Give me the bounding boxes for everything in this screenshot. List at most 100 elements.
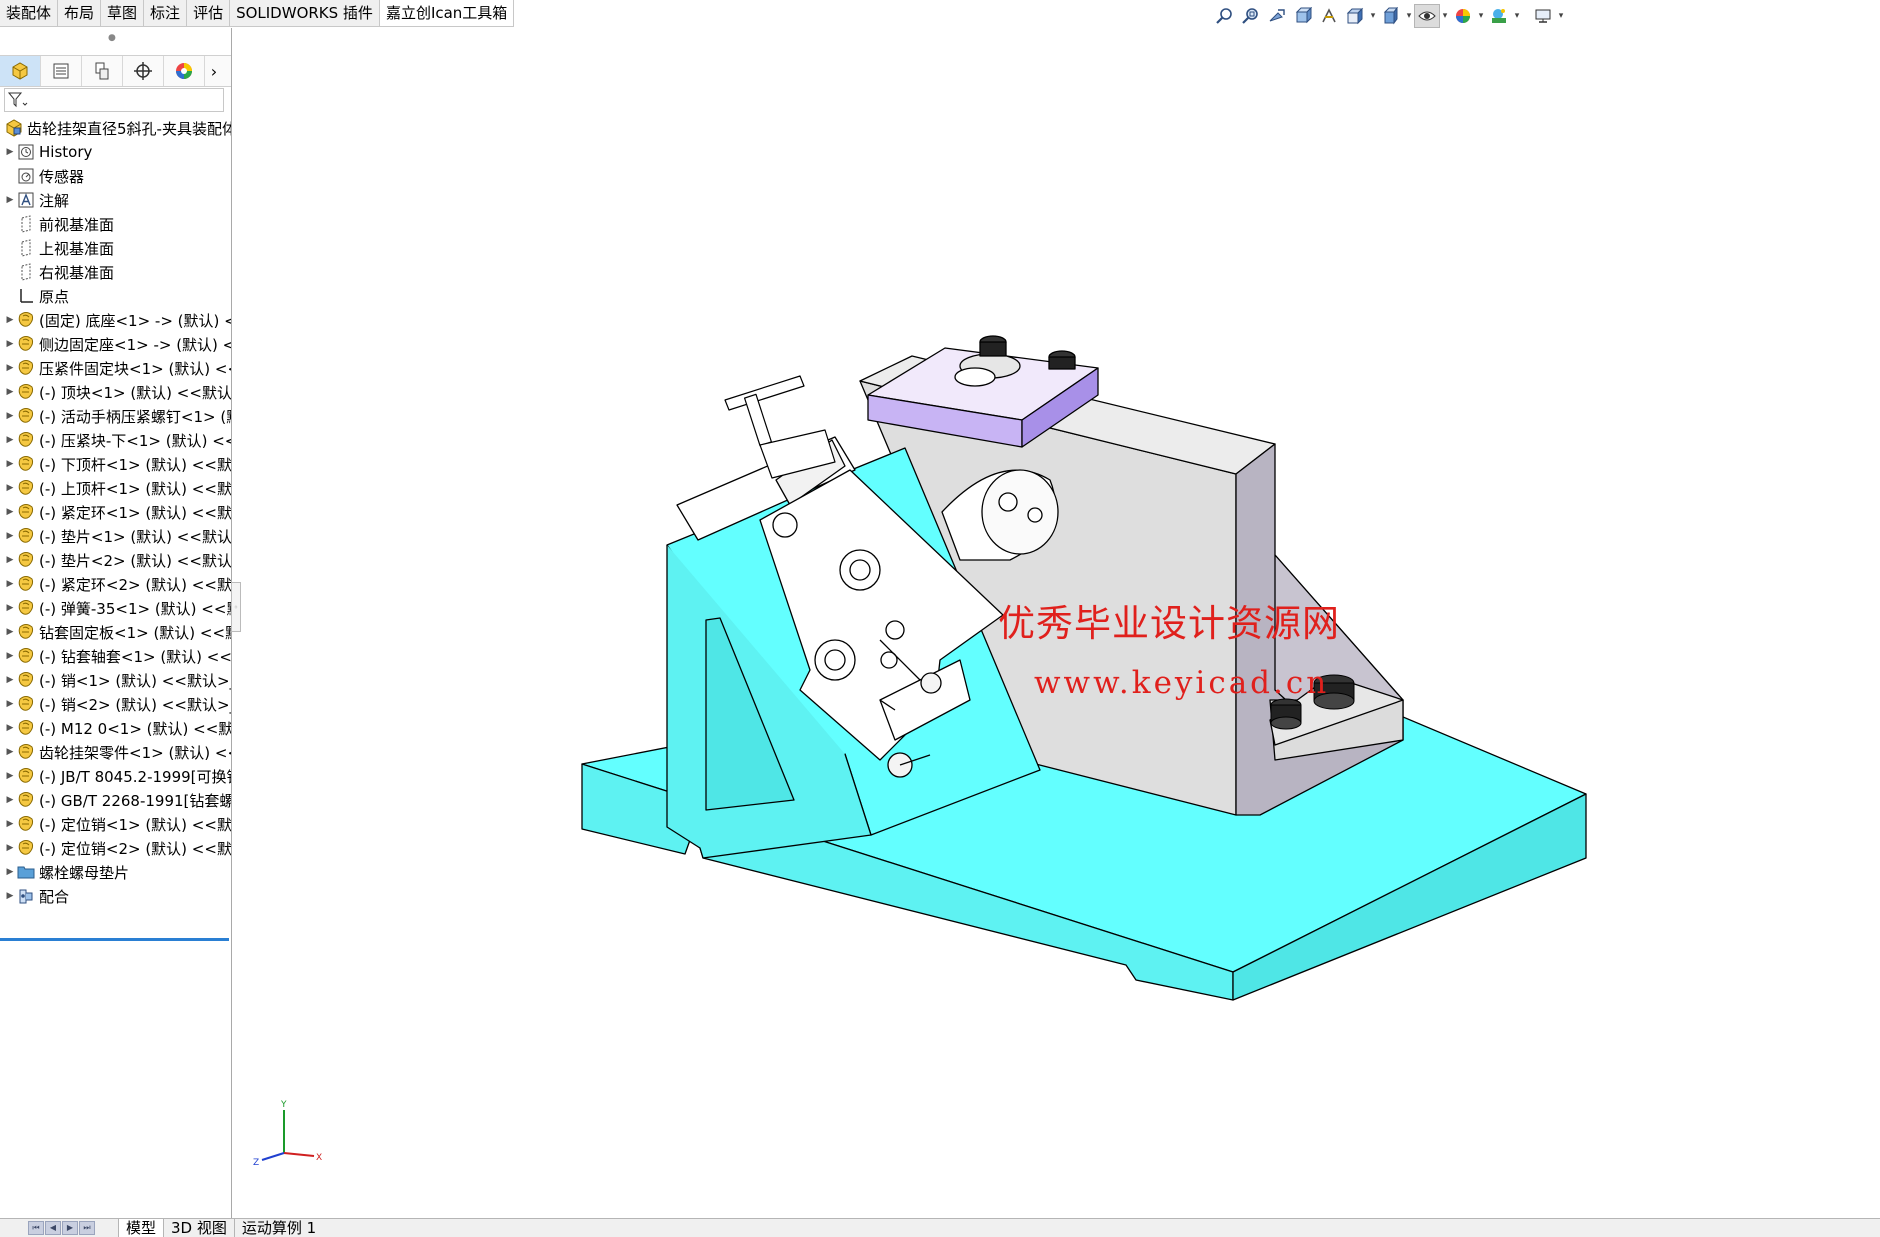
tree-item[interactable]: ▶ (-) 压紧块-下<1> (默认) <<默认>_显示状态 1> (0, 428, 231, 452)
tree-item[interactable]: ▶ (-) JB/T 8045.2-1999[可换钻套] (0, 764, 231, 788)
prev-tab-icon[interactable]: ◀ (45, 1221, 61, 1235)
display-style-icon[interactable] (1378, 4, 1404, 28)
tree-item[interactable]: ▶ (-) 定位销<1> (默认) <<默认>_显示状态 1> (0, 812, 231, 836)
tree-item[interactable]: ▶ (-) 紧定环<1> (默认) <<默认>_显示状态 1> (0, 500, 231, 524)
tree-item[interactable]: ▶ (-) M12 0<1> (默认) <<默认>_显示状态 1> (0, 716, 231, 740)
tree-item[interactable]: 原点 (0, 284, 231, 308)
tree-item[interactable]: ▶ (-) 活动手柄压紧螺钉<1> (默认) <<默认>_显示状态 1> (0, 404, 231, 428)
hide-show-items-icon[interactable] (1414, 4, 1440, 28)
expand-arrow-icon[interactable]: ▶ (4, 819, 16, 829)
expand-arrow-icon[interactable]: ▶ (4, 411, 16, 421)
bottom-tab-2[interactable]: 运动算例 1 (233, 1219, 324, 1237)
tree-item[interactable]: 右视基准面 (0, 260, 231, 284)
rollback-bar[interactable] (0, 938, 229, 941)
configurationmanager-icon[interactable] (82, 56, 123, 86)
apply-scene-icon[interactable] (1486, 4, 1512, 28)
command-tab-0[interactable]: 装配体 (0, 0, 59, 27)
next-tab-icon[interactable]: ▶ (62, 1221, 78, 1235)
expand-arrow-icon[interactable]: ▶ (4, 531, 16, 541)
expand-arrow-icon[interactable]: ▶ (4, 147, 16, 157)
last-tab-icon[interactable]: ⏭ (79, 1221, 95, 1235)
apply-scene-dropdown-icon[interactable]: ▾ (1512, 11, 1522, 21)
graphics-area[interactable]: 优秀毕业设计资源网 www.keyicad.cn (232, 28, 1880, 1218)
tree-item[interactable]: ▶ (-) 弹簧-35<1> (默认) <<默认>_显示状态 1> (0, 596, 231, 620)
expand-arrow-icon[interactable]: ▶ (4, 363, 16, 373)
tree-item[interactable]: ▶ (-) 下顶杆<1> (默认) <<默认>_显示状态 1> (0, 452, 231, 476)
expand-arrow-icon[interactable]: ▶ (4, 867, 16, 877)
dimxpert-icon[interactable] (123, 56, 164, 86)
view-orientation-dropdown-icon[interactable]: ▾ (1368, 11, 1378, 21)
dynamic-annotation-icon[interactable] (1316, 4, 1342, 28)
tree-item[interactable]: ▶ (固定) 底座<1> -> (默认) <<默认>_显示状态 1> (0, 308, 231, 332)
display-style-dropdown-icon[interactable]: ▾ (1404, 11, 1414, 21)
expand-arrow-icon[interactable]: ▶ (4, 603, 16, 613)
tree-item[interactable]: ▶ (-) 上顶杆<1> (默认) <<默认>_显示状态 1> (0, 476, 231, 500)
expand-arrow-icon[interactable]: ▶ (4, 699, 16, 709)
expand-arrow-icon[interactable]: ▶ (4, 891, 16, 901)
expand-arrow-icon[interactable]: ▶ (4, 483, 16, 493)
tree-item[interactable]: ▶ (-) 垫片<2> (默认) <<默认>_显示状态 1> (0, 548, 231, 572)
tree-item[interactable]: ▶ 压紧件固定块<1> (默认) <<默认>_显示状态 1> (0, 356, 231, 380)
section-view-icon[interactable] (1290, 4, 1316, 28)
tree-filter[interactable] (4, 88, 224, 112)
propertymanager-icon[interactable] (41, 56, 82, 86)
tree-item[interactable]: ▶ 侧边固定座<1> -> (默认) <<默认>_显示状态 1> (0, 332, 231, 356)
tree-item[interactable]: ▶ (-) 定位销<2> (默认) <<默认>_显示状态 1> (0, 836, 231, 860)
expand-arrow-icon[interactable]: ▶ (4, 459, 16, 469)
display-manager-icon[interactable] (164, 56, 205, 86)
tree-item[interactable]: ▶ 配合 (0, 884, 231, 908)
expand-arrow-icon[interactable]: ▶ (4, 579, 16, 589)
first-tab-icon[interactable]: ⏮ (28, 1221, 44, 1235)
expand-arrow-icon[interactable]: ▶ (4, 747, 16, 757)
expand-arrow-icon[interactable]: ▶ (4, 771, 16, 781)
previous-view-icon[interactable] (1264, 4, 1290, 28)
command-tab-1[interactable]: 布局 (58, 0, 102, 27)
expand-arrow-icon[interactable]: ▶ (4, 555, 16, 565)
command-tab-5[interactable]: SOLIDWORKS 插件 (230, 0, 380, 27)
tree-item[interactable]: ▶ (-) 紧定环<2> (默认) <<默认>_显示状态 1> (0, 572, 231, 596)
featuremanager-icon[interactable] (0, 56, 41, 86)
expand-arrow-icon[interactable]: ▶ (4, 675, 16, 685)
tree-item[interactable]: ▶ (-) GB/T 2268-1991[钻套螺钉] (0, 788, 231, 812)
expand-arrow-icon[interactable]: ▶ (4, 195, 16, 205)
expand-arrow-icon[interactable]: ▶ (4, 435, 16, 445)
hide-show-dropdown-icon[interactable]: ▾ (1440, 11, 1450, 21)
expand-arrow-icon[interactable]: ▶ (4, 627, 16, 637)
bottom-tab-1[interactable]: 3D 视图 (163, 1219, 234, 1237)
expand-arrow-icon[interactable]: ▶ (4, 651, 16, 661)
expand-arrow-icon[interactable]: ▶ (4, 843, 16, 853)
tree-item[interactable]: ▶ History (0, 140, 231, 164)
tree-item[interactable]: ▶ 钻套固定板<1> (默认) <<默认>_显示状态 1> (0, 620, 231, 644)
command-tab-2[interactable]: 草图 (101, 0, 145, 27)
expand-arrow-icon[interactable]: ▶ (4, 795, 16, 805)
command-tab-6[interactable]: 嘉立创Ican工具箱 (379, 0, 515, 27)
expand-arrow-icon[interactable]: ▶ (4, 315, 16, 325)
zoom-to-area-icon[interactable] (1238, 4, 1264, 28)
panel-grip-icon[interactable]: ● (108, 33, 116, 43)
view-settings-icon[interactable] (1530, 4, 1556, 28)
more-tabs-chevron-icon[interactable]: › (205, 56, 223, 86)
command-tab-3[interactable]: 标注 (144, 0, 188, 27)
expand-arrow-icon[interactable]: ▶ (4, 723, 16, 733)
tree-item[interactable]: 传感器 (0, 164, 231, 188)
tree-item[interactable]: ▶ (-) 垫片<1> (默认) <<默认>_显示状态 1> (0, 524, 231, 548)
zoom-to-fit-icon[interactable] (1212, 4, 1238, 28)
edit-appearance-dropdown-icon[interactable]: ▾ (1476, 11, 1486, 21)
view-settings-dropdown-icon[interactable]: ▾ (1556, 11, 1566, 21)
edit-appearance-icon[interactable] (1450, 4, 1476, 28)
expand-arrow-icon[interactable]: ▶ (4, 387, 16, 397)
tree-item[interactable]: ▶ 齿轮挂架零件<1> (默认) <<默认>_显示状态 1> (0, 740, 231, 764)
tree-item[interactable]: ▶ 螺栓螺母垫片 (0, 860, 231, 884)
bottom-tab-0[interactable]: 模型 (118, 1219, 164, 1237)
tree-item[interactable]: ▶ (-) 钻套轴套<1> (默认) <<默认>_显示状态 1> (0, 644, 231, 668)
tree-item[interactable]: ▶ (-) 顶块<1> (默认) <<默认>_显示状态 1> (0, 380, 231, 404)
tree-item[interactable]: 前视基准面 (0, 212, 231, 236)
tree-item[interactable]: 上视基准面 (0, 236, 231, 260)
tree-item[interactable]: ▶ (-) 销<2> (默认) <<默认>_显示状态 1> (0, 692, 231, 716)
tree-root-assembly[interactable]: 齿轮挂架直径5斜孔-夹具装配体 (0, 116, 231, 140)
tree-item[interactable]: ▶ (-) 销<1> (默认) <<默认>_显示状态 1> (0, 668, 231, 692)
tree-item[interactable]: ▶ 注解 (0, 188, 231, 212)
view-orientation-icon[interactable] (1342, 4, 1368, 28)
expand-arrow-icon[interactable]: ▶ (4, 507, 16, 517)
command-tab-4[interactable]: 评估 (187, 0, 231, 27)
